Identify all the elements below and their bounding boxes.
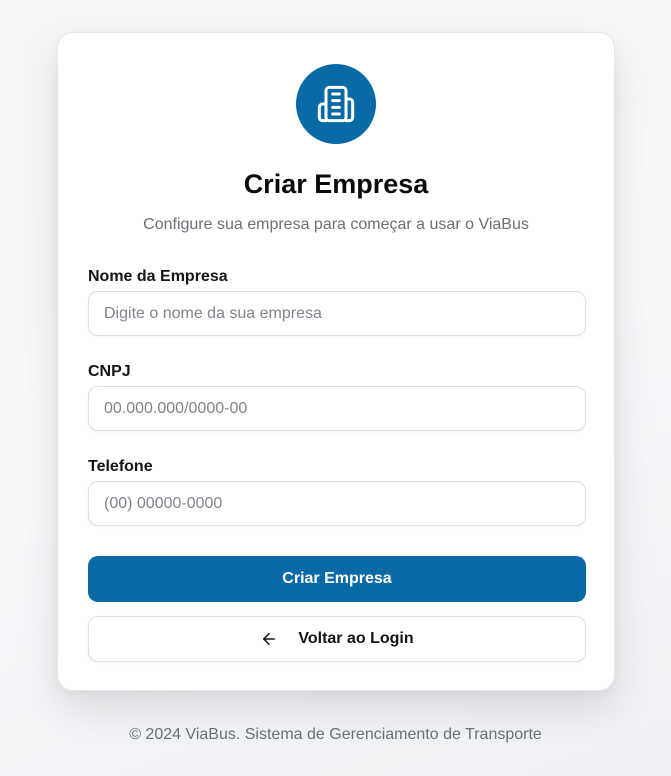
page-title: Criar Empresa (243, 169, 429, 199)
footer-copyright: © 2024 ViaBus. Sistema de Gerenciamento … (129, 726, 542, 743)
cnpj-input[interactable] (88, 386, 586, 431)
back-to-login-button[interactable]: Voltar ao Login (88, 616, 586, 662)
logo-badge (296, 64, 376, 144)
arrow-left-icon (263, 633, 276, 645)
create-company-card: Criar Empresa Configure sua empresa para… (57, 32, 615, 691)
company-name-label: Nome da Empresa (88, 268, 228, 285)
cnpj-label: CNPJ (88, 363, 131, 380)
phone-input[interactable] (88, 481, 586, 526)
back-to-login-label: Voltar ao Login (298, 630, 414, 647)
company-name-input[interactable] (88, 291, 586, 336)
phone-label: Telefone (88, 458, 153, 475)
create-company-button[interactable]: Criar Empresa (88, 556, 586, 602)
building-icon (317, 85, 355, 123)
page-subtitle: Configure sua empresa para começar a usa… (143, 216, 529, 233)
